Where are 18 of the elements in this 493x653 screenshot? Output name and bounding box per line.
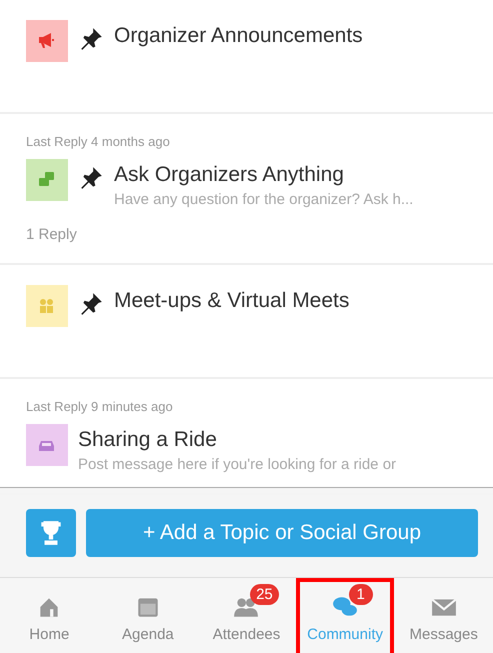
topic-title[interactable]: Sharing a Ride bbox=[78, 428, 396, 452]
tab-bar-item[interactable]: Messages bbox=[394, 578, 493, 653]
trophy-button[interactable] bbox=[26, 508, 76, 556]
reply-count: 1 Reply bbox=[26, 226, 78, 243]
notification-badge: 25 bbox=[250, 584, 279, 605]
topic-title[interactable]: Ask Organizers Anything bbox=[114, 163, 414, 187]
topic-description: Have any question for the organizer? Ask h... bbox=[114, 191, 414, 208]
tab-bar-item[interactable]: Home bbox=[0, 578, 99, 653]
notification-badge: 1 bbox=[348, 584, 373, 605]
add-topic-button[interactable]: + Add a Topic or Social Group bbox=[86, 508, 478, 556]
last-reply-time: Last Reply 9 minutes ago bbox=[26, 399, 174, 414]
tab-bar-item[interactable]: Attendees 25 bbox=[197, 578, 296, 653]
topic-title[interactable]: Organizer Announcements bbox=[114, 24, 363, 48]
topic-title[interactable]: Meet-ups & Virtual Meets bbox=[114, 289, 350, 313]
tab-bar-item[interactable]: Agenda bbox=[98, 578, 198, 653]
last-reply-time: Last Reply 4 months ago bbox=[26, 134, 171, 149]
tab-bar-item[interactable]: Community 1 bbox=[296, 578, 394, 653]
topic-description: Post message here if you're looking for a ride or bbox=[78, 456, 396, 473]
